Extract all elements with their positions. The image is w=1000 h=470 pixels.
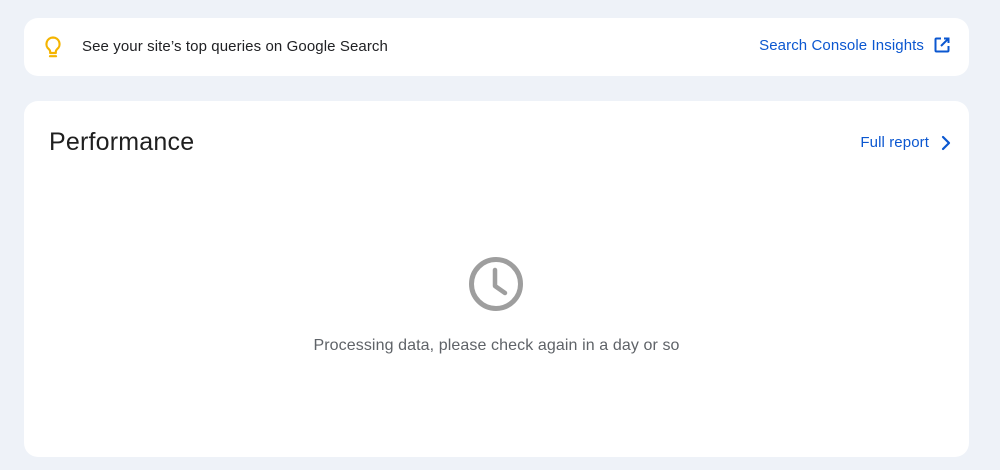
full-report-label: Full report [860,134,929,151]
banner-text: See your site’s top queries on Google Se… [82,38,388,55]
performance-card: Performance Full report Processing data,… [24,101,969,457]
clock-icon [469,257,523,311]
full-report-link[interactable]: Full report [860,134,951,151]
chevron-right-icon [941,135,951,150]
search-console-insights-label: Search Console Insights [759,36,924,54]
lightbulb-icon [45,36,61,58]
processing-message: Processing data, please check again in a… [313,337,680,354]
insights-banner: See your site’s top queries on Google Se… [24,18,969,76]
open-in-new-icon [934,37,950,53]
performance-title: Performance [49,128,195,156]
search-console-insights-link[interactable]: Search Console Insights [759,36,951,54]
